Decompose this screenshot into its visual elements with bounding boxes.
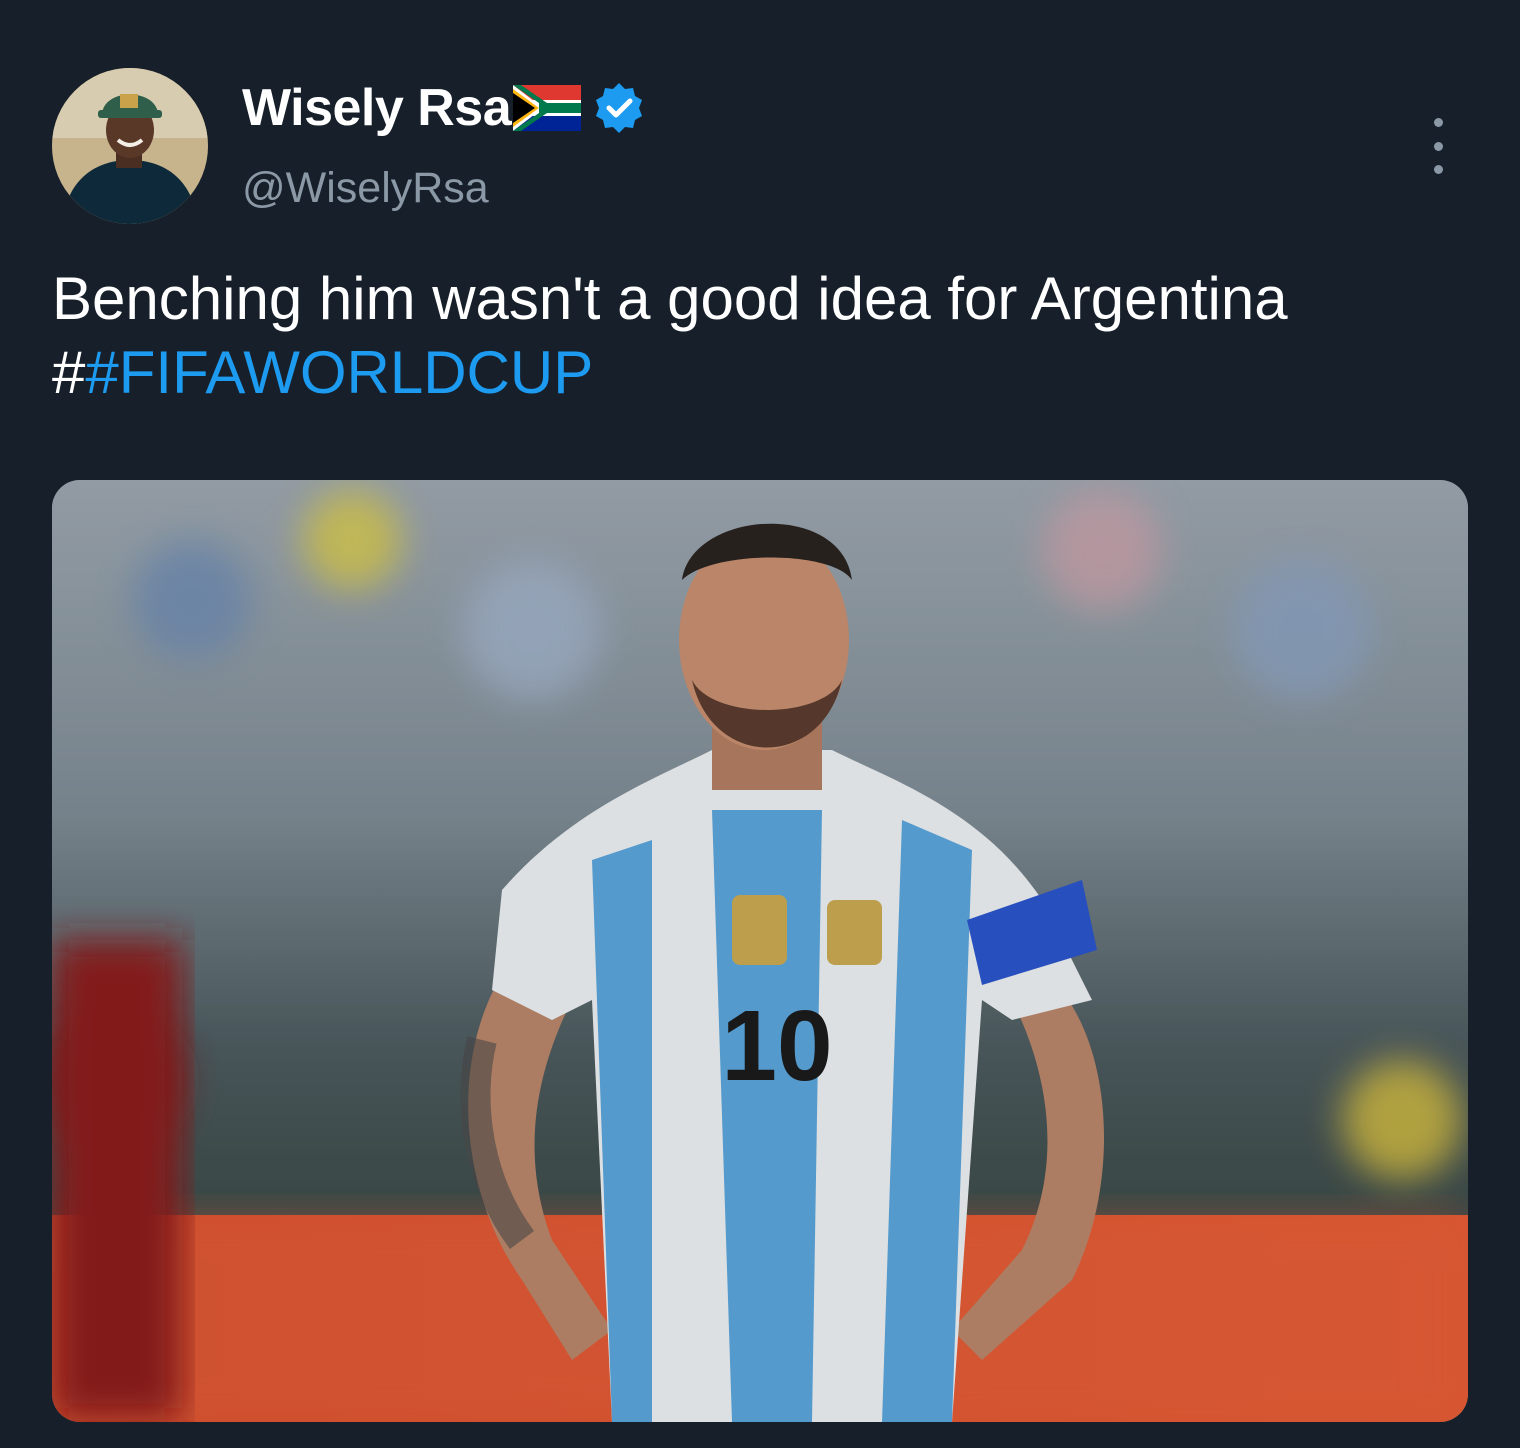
verified-badge-icon xyxy=(591,80,647,136)
hashtag-prefix: # xyxy=(52,339,86,406)
south-africa-flag-icon xyxy=(513,85,582,131)
avatar-image xyxy=(52,68,208,224)
photo-footballer: 10 xyxy=(52,480,1468,1422)
hashtag-line: ##FIFAWORLDCUP xyxy=(52,336,1472,410)
display-name[interactable]: Wisely Rsa xyxy=(242,78,512,138)
tweet-body: Benching him wasn't a good idea for Arge… xyxy=(52,265,1288,332)
more-options-icon[interactable] xyxy=(1420,118,1456,174)
tweet-text: Benching him wasn't a good idea for Arge… xyxy=(52,262,1472,410)
tweet-card: Wisely Rsa @WiselyRsa Benching him wasn'… xyxy=(0,0,1520,1448)
more-dot xyxy=(1433,118,1443,127)
avatar[interactable] xyxy=(52,68,208,224)
more-dot xyxy=(1433,141,1443,151)
more-dot xyxy=(1433,165,1443,174)
author-name-row[interactable]: Wisely Rsa xyxy=(242,78,647,138)
hashtag-link[interactable]: #FIFAWORLDCUP xyxy=(85,339,593,406)
tweet-media-photo[interactable]: 10 xyxy=(52,480,1468,1422)
author-handle[interactable]: @WiselyRsa xyxy=(242,164,489,213)
